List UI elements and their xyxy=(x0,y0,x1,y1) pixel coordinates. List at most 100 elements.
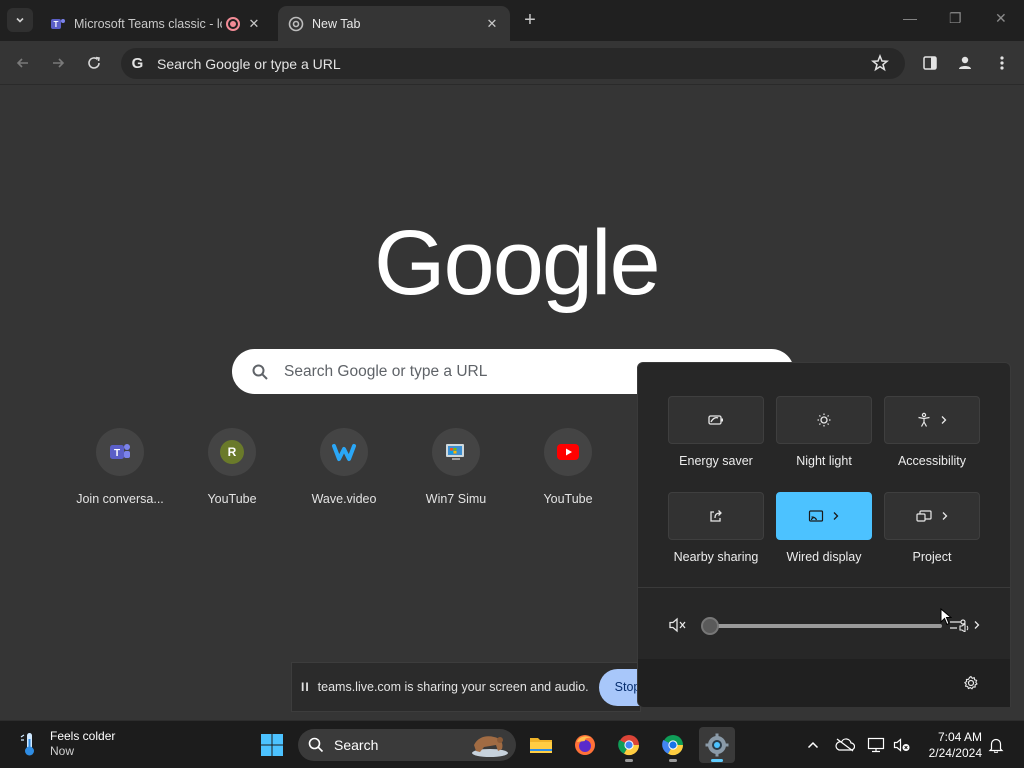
search-icon xyxy=(252,364,268,380)
quick-settings-footer xyxy=(638,659,1010,707)
shortcut-label: YouTube xyxy=(207,492,257,506)
side-panel-icon xyxy=(923,56,937,70)
pause-icon[interactable]: II xyxy=(301,680,310,694)
quick-settings-panel: Energy saver Night light Accessibility N… xyxy=(637,362,1011,707)
close-tab-icon[interactable]: ✕ xyxy=(484,16,500,32)
wired-display-tile[interactable] xyxy=(776,492,872,540)
address-bar[interactable]: G Search Google or type a URL xyxy=(121,48,905,79)
running-indicator xyxy=(711,759,723,762)
show-hidden-icons-button[interactable] xyxy=(803,735,823,755)
new-tab-button[interactable]: + xyxy=(519,9,541,31)
tab-search-button[interactable] xyxy=(7,8,33,32)
chrome-icon xyxy=(618,735,640,756)
clock-time: 7:04 AM xyxy=(937,730,982,744)
project-icon xyxy=(916,510,932,522)
shortcut-tile[interactable]: YouTube xyxy=(512,428,624,506)
letter-avatar: R xyxy=(220,440,244,464)
shortcut-label: Win7 Simu xyxy=(425,492,487,506)
volume-muted-icon[interactable] xyxy=(668,616,688,634)
tab-teams[interactable]: T Microsoft Teams classic - lo ✕ xyxy=(40,6,272,41)
svg-text:T: T xyxy=(114,448,120,459)
tab-new-tab[interactable]: New Tab ✕ xyxy=(278,6,510,41)
chevron-right-icon xyxy=(941,416,947,424)
accessibility-icon xyxy=(918,412,930,427)
settings-app-button[interactable] xyxy=(699,727,735,763)
accessibility-tile[interactable] xyxy=(884,396,980,444)
nearby-sharing-icon xyxy=(710,510,722,522)
side-panel-button[interactable] xyxy=(919,52,941,74)
shortcut-tile[interactable]: R YouTube xyxy=(176,428,288,506)
file-explorer-button[interactable] xyxy=(523,727,559,763)
firefox-button[interactable] xyxy=(567,727,603,763)
clock[interactable]: 7:04 AM 2/24/2024 xyxy=(920,729,982,761)
tile-label: Night light xyxy=(796,454,852,468)
tab-title: New Tab xyxy=(312,16,361,31)
energy-saver-toggle[interactable] xyxy=(668,396,764,444)
chevron-right-icon[interactable] xyxy=(973,620,981,630)
shortcut-label: Wave.video xyxy=(311,492,377,506)
wired-network-icon xyxy=(867,737,885,753)
shortcut-tile[interactable]: Win7 Simu xyxy=(400,428,512,506)
teams-icon: T xyxy=(51,18,65,29)
start-button[interactable] xyxy=(254,727,290,763)
chrome-canary-icon xyxy=(662,735,684,756)
profile-icon xyxy=(959,56,971,69)
volume-slider-thumb[interactable] xyxy=(701,617,719,635)
chevron-down-icon xyxy=(16,17,24,23)
recording-icon xyxy=(226,16,240,31)
bookmark-star-icon[interactable] xyxy=(871,54,889,72)
volume-tray[interactable] xyxy=(892,735,912,755)
audio-output-icon[interactable] xyxy=(949,618,971,632)
project-tile[interactable] xyxy=(884,492,980,540)
win7-simu-icon xyxy=(432,428,480,476)
google-logo: Google xyxy=(374,212,661,314)
thermometer-icon xyxy=(20,733,34,756)
stop-sharing-button[interactable]: Stop sh xyxy=(598,668,640,706)
network-tray[interactable] xyxy=(866,735,886,755)
back-button[interactable] xyxy=(12,52,34,74)
onedrive-tray[interactable] xyxy=(835,735,855,755)
shortcut-tile[interactable]: T Join conversa... xyxy=(64,428,176,506)
google-g-icon: G xyxy=(131,55,144,72)
notifications-button[interactable] xyxy=(986,735,1006,755)
letter-r-icon: R xyxy=(208,428,256,476)
onedrive-offline-icon xyxy=(835,738,855,752)
night-light-toggle[interactable] xyxy=(776,396,872,444)
chrome-button[interactable] xyxy=(611,727,647,763)
wave-video-icon xyxy=(320,428,368,476)
close-window-button[interactable]: ✕ xyxy=(995,10,1007,27)
gear-icon[interactable] xyxy=(963,675,979,691)
youtube-icon xyxy=(544,428,592,476)
svg-text:T: T xyxy=(54,20,59,29)
teams-icon: T xyxy=(96,428,144,476)
weather-widget[interactable]: Feels colder Now xyxy=(18,729,115,759)
tile-label: Accessibility xyxy=(897,454,967,468)
arrow-right-icon xyxy=(53,58,65,68)
taskbar-search-label: Search xyxy=(334,737,379,753)
nearby-sharing-toggle[interactable] xyxy=(668,492,764,540)
volume-muted-icon xyxy=(893,738,910,752)
cast-icon xyxy=(808,510,824,522)
chrome-profile-button[interactable] xyxy=(655,727,691,763)
menu-button[interactable] xyxy=(991,52,1013,74)
chevron-right-icon xyxy=(942,512,948,520)
screen-share-bar: II teams.live.com is sharing your screen… xyxy=(291,662,641,712)
kebab-menu-icon xyxy=(1000,56,1004,70)
share-message: teams.live.com is sharing your screen an… xyxy=(317,680,589,694)
settings-gear-icon xyxy=(705,733,729,757)
reload-button[interactable] xyxy=(83,52,105,74)
browser-toolbar: G Search Google or type a URL xyxy=(0,41,1024,85)
volume-slider-track[interactable] xyxy=(710,624,942,628)
taskbar-search[interactable]: Search xyxy=(298,729,516,761)
shortcut-tile[interactable]: Wave.video xyxy=(288,428,400,506)
chrome-icon xyxy=(288,16,304,31)
night-light-icon xyxy=(817,413,831,427)
profile-button[interactable] xyxy=(954,52,976,74)
firefox-icon xyxy=(575,735,595,755)
close-tab-icon[interactable]: ✕ xyxy=(246,16,262,32)
reload-icon xyxy=(88,56,100,69)
forward-button[interactable] xyxy=(47,52,69,74)
taskbar: Feels colder Now Search 7:04 AM 2/24/202… xyxy=(0,720,1024,768)
minimize-button[interactable]: — xyxy=(903,10,917,26)
restore-button[interactable]: ❐ xyxy=(949,10,962,27)
